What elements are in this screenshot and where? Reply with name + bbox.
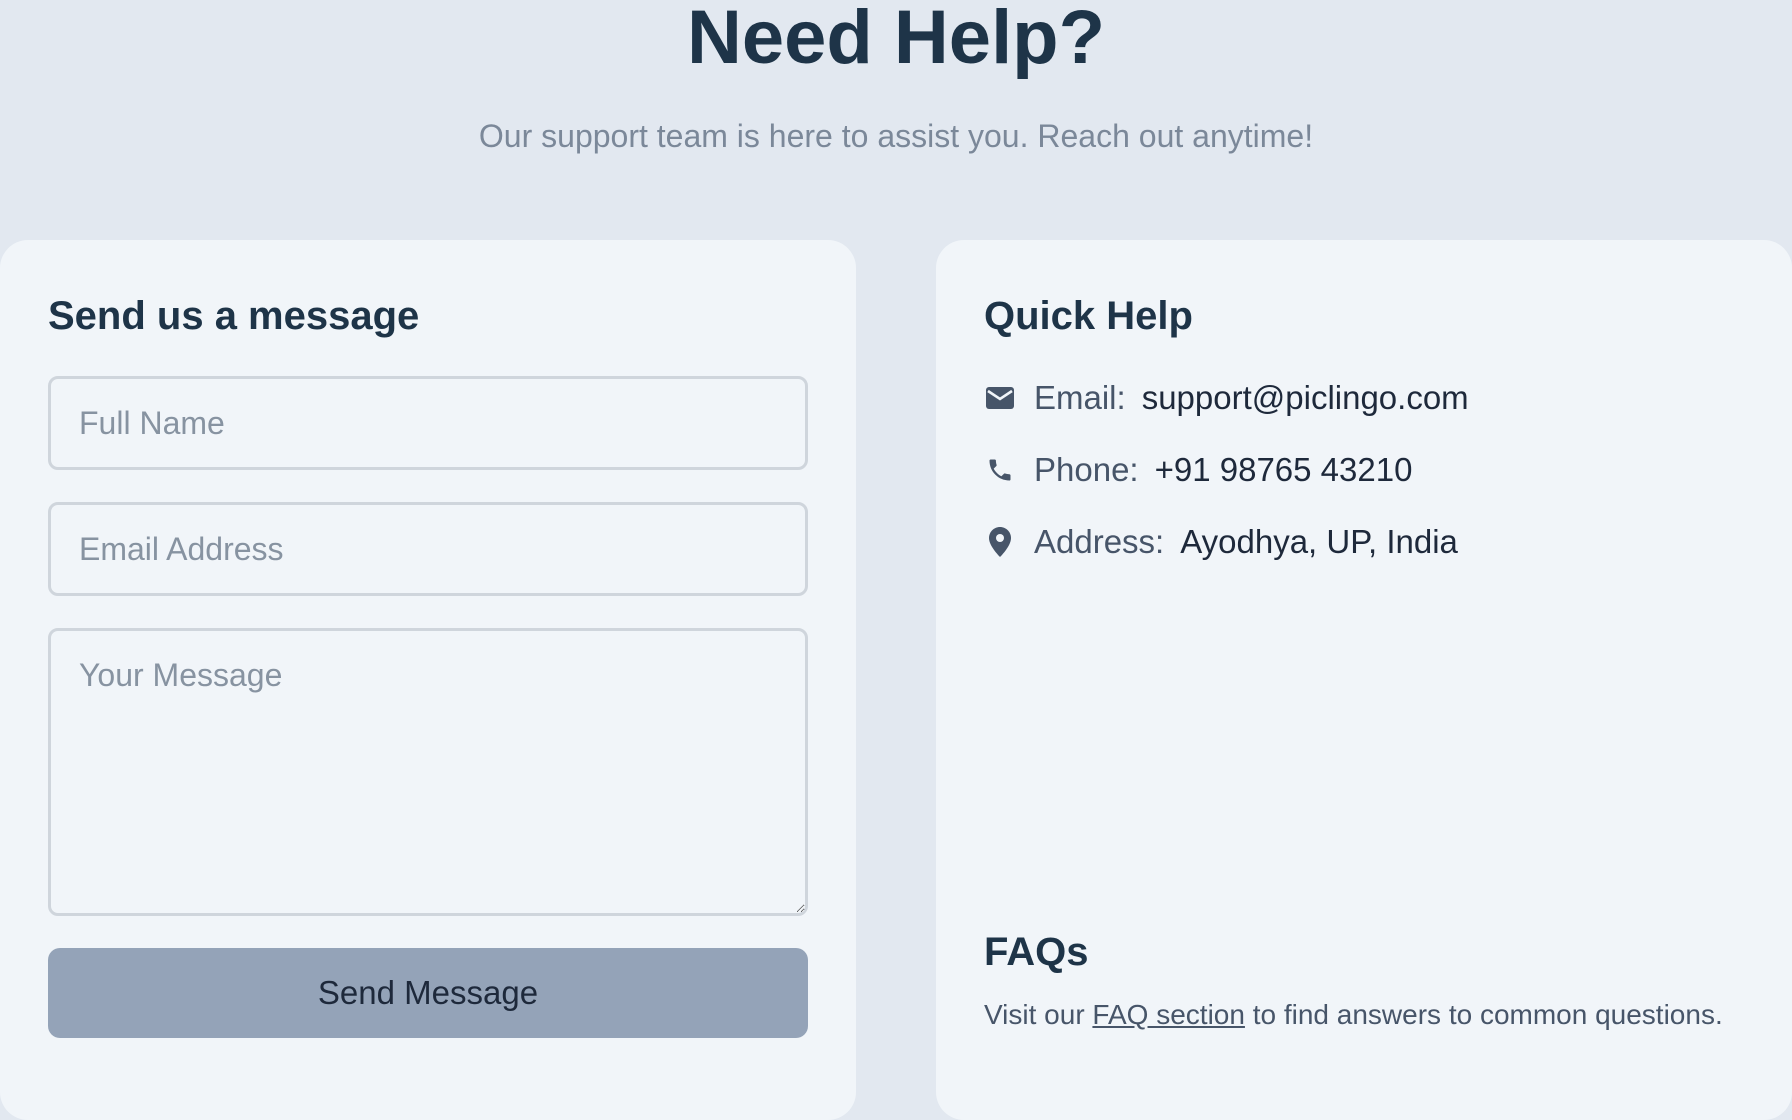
email-address-input[interactable] bbox=[48, 502, 808, 596]
faq-section-link[interactable]: FAQ section bbox=[1092, 999, 1245, 1030]
contact-form-title: Send us a message bbox=[48, 294, 420, 338]
location-pin-icon bbox=[984, 526, 1016, 558]
full-name-input[interactable] bbox=[48, 376, 808, 470]
faqs-title: FAQs bbox=[984, 930, 1089, 974]
quick-help-card: Quick Help Email: support@piclingo.com P… bbox=[936, 240, 1792, 1120]
phone-label: Phone: bbox=[1034, 451, 1139, 488]
quick-help-title: Quick Help bbox=[984, 294, 1193, 338]
address-label: Address: bbox=[1034, 523, 1165, 560]
message-textarea[interactable] bbox=[48, 628, 808, 916]
page-title: Need Help? bbox=[686, 0, 1106, 80]
mail-icon bbox=[984, 382, 1016, 414]
contact-form-card: Send us a message Send Message bbox=[0, 240, 856, 1120]
email-label: Email: bbox=[1034, 379, 1126, 416]
phone-icon bbox=[984, 454, 1016, 486]
faqs-text-after: to find answers to common questions. bbox=[1244, 999, 1723, 1030]
quick-help-phone-row: Phone: +91 98765 43210 bbox=[984, 450, 1412, 490]
email-value: support@piclingo.com bbox=[1141, 379, 1469, 416]
page-subtitle: Our support team is here to assist you. … bbox=[478, 118, 1314, 154]
quick-help-email-row: Email: support@piclingo.com bbox=[984, 378, 1469, 418]
faqs-text-before: Visit our bbox=[984, 999, 1093, 1030]
faqs-text: Visit our FAQ section to find answers to… bbox=[984, 998, 1723, 1032]
address-value: Ayodhya, UP, India bbox=[1180, 523, 1458, 560]
quick-help-address-row: Address: Ayodhya, UP, India bbox=[984, 522, 1458, 562]
send-message-button[interactable]: Send Message bbox=[48, 948, 808, 1038]
phone-value: +91 98765 43210 bbox=[1154, 451, 1413, 488]
